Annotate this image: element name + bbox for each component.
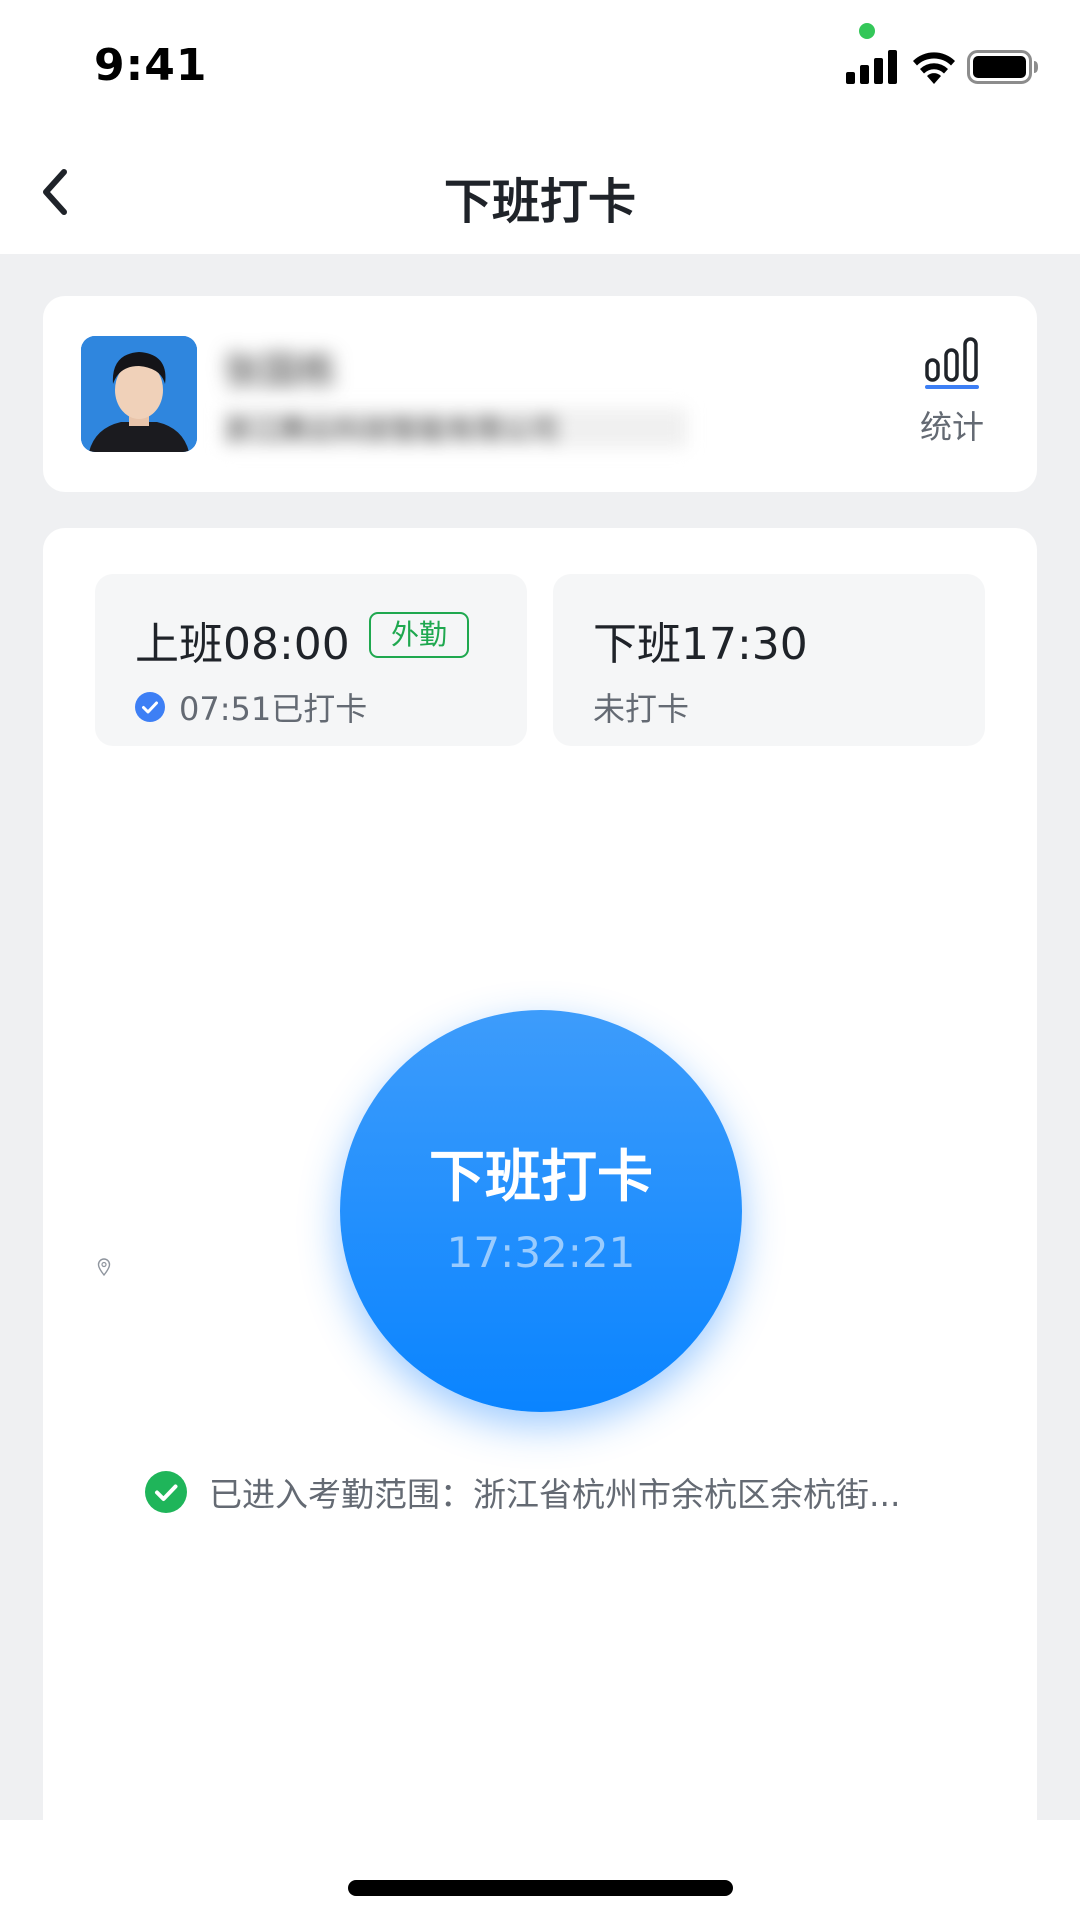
attendance-range-status: 已进入考勤范围：浙江省杭州市余杭区余杭街...	[145, 1468, 900, 1516]
stats-button[interactable]: 统计	[907, 336, 997, 456]
page-title: 下班打卡	[443, 174, 636, 230]
check-circle-icon	[135, 692, 165, 722]
punch-button-label: 下班打卡	[429, 1145, 653, 1210]
shift-on-status: 07:51已打卡	[135, 684, 367, 730]
shift-off-title: 下班17:30	[593, 619, 808, 670]
attendance-range-text: 已进入考勤范围：浙江省杭州市余杭区余杭街...	[209, 1475, 901, 1514]
punch-button-time: 17:32:21	[446, 1228, 636, 1277]
punch-card: 上班08:00 外勤 07:51已打卡 下班17:30 未打卡 下班打卡 17:…	[43, 528, 1037, 1920]
avatar-image	[81, 336, 197, 452]
avatar	[81, 336, 197, 452]
bar-chart-icon	[925, 337, 979, 389]
shift-on-duty: 上班08:00 外勤 07:51已打卡	[95, 574, 527, 746]
home-indicator[interactable]	[348, 1880, 733, 1896]
profile-card: 张国栋 浙江腾云科技智能有限公司 统计	[43, 296, 1037, 492]
shift-on-title: 上班08:00	[135, 619, 350, 670]
navigation-bar: 下班打卡	[0, 130, 1080, 254]
signal-icon	[846, 50, 897, 84]
stats-label: 统计	[919, 408, 984, 446]
shift-off-status: 未打卡	[593, 684, 689, 730]
battery-icon	[967, 50, 1038, 84]
location-pin-icon	[97, 1258, 111, 1276]
status-time: 9:41	[94, 40, 208, 91]
shift-off-status-text: 未打卡	[593, 690, 690, 728]
shift-on-status-text: 07:51已打卡	[179, 690, 368, 728]
outwork-badge: 外勤	[369, 612, 470, 658]
wifi-icon	[913, 52, 955, 84]
punch-out-button[interactable]: 下班打卡 17:32:21	[340, 1010, 742, 1412]
camera-indicator-dot	[859, 23, 875, 39]
profile-company: 浙江腾云科技智能有限公司	[223, 408, 687, 448]
check-circle-icon	[145, 1471, 187, 1513]
home-indicator-area	[0, 1820, 1080, 1920]
status-bar: 9:41	[0, 0, 1080, 130]
shift-off-duty: 下班17:30 未打卡	[553, 574, 985, 746]
profile-name: 张国栋	[223, 349, 338, 393]
